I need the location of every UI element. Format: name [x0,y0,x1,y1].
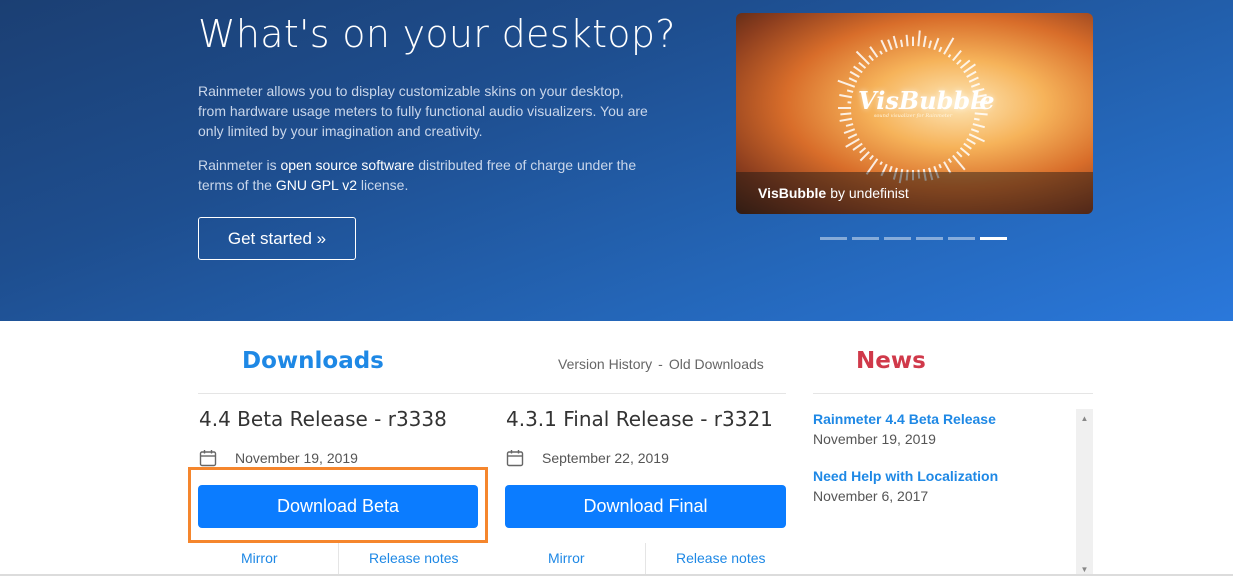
news-scrollbar[interactable]: ▲ ▼ [1076,409,1093,576]
download-beta-button[interactable]: Download Beta [198,485,478,528]
final-release-title: 4.3.1 Final Release - r3321 [506,407,773,431]
downloads-links: Version History - Old Downloads [558,356,764,372]
beta-links-divider [338,543,339,576]
visbubble-logo-text: VisBubble [858,86,995,115]
news-item-title[interactable]: Rainmeter 4.4 Beta Release [813,411,996,427]
license-text-post: license. [356,177,409,193]
links-separator: - [658,356,663,372]
caption-author: by undefinist [830,185,909,201]
old-downloads-link[interactable]: Old Downloads [669,356,764,372]
slideshow-dot[interactable] [884,237,911,240]
hero-title: What's on your desktop? [198,12,676,56]
beta-mirror-link[interactable]: Mirror [241,550,278,566]
final-release-date: September 22, 2019 [506,449,669,467]
skin-slideshow[interactable]: VisBubble sound visualizer for Rainmeter… [736,13,1093,214]
version-history-link[interactable]: Version History [558,356,652,372]
hero-section: What's on your desktop? Rainmeter allows… [0,0,1233,321]
slideshow-dot[interactable] [948,237,975,240]
news-item: Rainmeter 4.4 Beta Release November 19, … [813,411,996,447]
get-started-button[interactable]: Get started » [198,217,356,260]
hero-license-text: Rainmeter is open source software distri… [198,155,648,195]
hero-description: Rainmeter allows you to display customiz… [198,83,648,139]
news-item-date: November 6, 2017 [813,488,929,504]
beta-release-notes-link[interactable]: Release notes [369,550,459,566]
downloads-divider [198,393,786,394]
final-release-notes-link[interactable]: Release notes [676,550,766,566]
slideshow-dot[interactable] [916,237,943,240]
news-heading: News [856,348,926,374]
final-links-divider [645,543,646,576]
news-list: Rainmeter 4.4 Beta Release November 19, … [813,409,1093,576]
caption-skin-name: VisBubble [758,185,827,201]
open-source-text: open source software [280,157,415,173]
slideshow-dot[interactable] [820,237,847,240]
slideshow-dot[interactable] [980,237,1007,240]
final-date-text: September 22, 2019 [542,450,669,466]
beta-release-date: November 19, 2019 [199,449,358,467]
final-mirror-link[interactable]: Mirror [548,550,585,566]
beta-release-title: 4.4 Beta Release - r3338 [199,407,447,431]
news-item-title[interactable]: Need Help with Localization [813,468,998,484]
news-item-date: November 19, 2019 [813,431,936,447]
gpl-text: GNU GPL v2 [275,177,357,193]
news-item: Need Help with Localization November 6, … [813,468,998,504]
calendar-icon [199,450,217,467]
download-final-button[interactable]: Download Final [505,485,786,528]
slideshow-dot[interactable] [852,237,879,240]
calendar-icon [506,450,524,467]
downloads-heading: Downloads [242,348,384,374]
slideshow-dots [820,237,1007,240]
visbubble-tagline: sound visualizer for Rainmeter [873,113,953,119]
beta-date-text: November 19, 2019 [235,450,358,466]
news-divider [813,393,1093,394]
license-text-pre: Rainmeter is [198,157,281,173]
scroll-up-arrow-icon[interactable]: ▲ [1076,411,1093,425]
slide-caption: VisBubble by undefinist [736,172,1093,214]
